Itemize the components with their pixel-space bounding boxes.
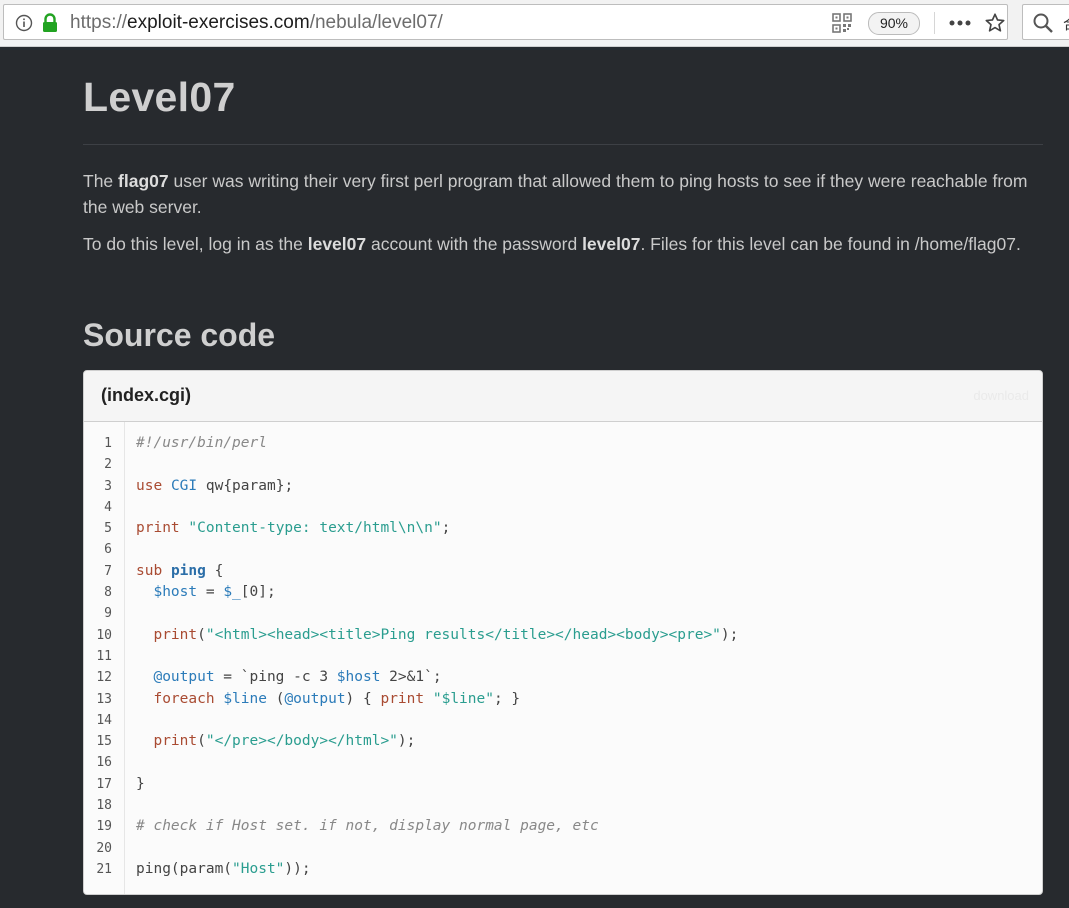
code-line: @output = `ping -c 3 $host 2>&1`;	[153, 669, 442, 686]
browser-toolbar: https://exploit-exercises.com/nebula/lev…	[0, 0, 1069, 47]
url-text[interactable]: https://exploit-exercises.com/nebula/lev…	[70, 12, 443, 34]
code-line: print("<html><head><title>Ping results</…	[153, 626, 739, 643]
code-line: }	[136, 775, 145, 792]
search-bar[interactable]: 合	[1022, 4, 1069, 40]
title-divider	[83, 144, 1043, 145]
line-number: 12	[96, 670, 112, 686]
intro-user-name: flag07	[118, 171, 169, 191]
code-line: # check if Host set. if not, display nor…	[136, 818, 599, 835]
zoom-level-button[interactable]: 90%	[868, 12, 920, 35]
qr-code-icon[interactable]	[832, 13, 852, 33]
line-number: 15	[96, 734, 112, 750]
instructions-text-rest: . Files for this level can be found in /…	[640, 234, 1021, 254]
line-number: 5	[104, 521, 112, 537]
code-line: foreach $line (@output) { print "$line";…	[153, 690, 521, 707]
line-number: 13	[96, 691, 112, 707]
code-line	[136, 838, 1042, 859]
source-code-heading: Source code	[83, 317, 276, 353]
account-password: level07	[582, 234, 641, 254]
line-number: 6	[104, 542, 112, 558]
intro-paragraph: The flag07 user was writing their very f…	[83, 168, 1033, 220]
code-line: print("</pre></body></html>");	[153, 733, 416, 750]
code-line	[136, 454, 1042, 475]
instructions-text: To do this level, log in as the	[83, 234, 308, 254]
search-icon[interactable]	[1032, 12, 1054, 34]
line-number: 10	[96, 627, 112, 643]
line-number: 17	[96, 776, 112, 792]
code-line: ping(param("Host"));	[136, 860, 311, 877]
info-icon[interactable]	[15, 14, 33, 32]
code-line	[136, 795, 1042, 816]
page-actions-menu-icon[interactable]	[947, 14, 973, 32]
line-number: 19	[96, 819, 112, 835]
line-number: 4	[104, 499, 112, 515]
lock-icon[interactable]	[41, 13, 59, 33]
line-number: 9	[104, 606, 112, 622]
url-path: /nebula/level07/	[309, 12, 443, 33]
address-bar[interactable]: https://exploit-exercises.com/nebula/lev…	[3, 4, 1008, 40]
instructions-paragraph: To do this level, log in as the level07 …	[83, 231, 1033, 257]
code-line	[136, 497, 1042, 518]
page-title: Level07	[83, 74, 236, 120]
code-line: use CGI qw{param};	[136, 477, 294, 494]
line-number: 1	[104, 436, 112, 451]
code-line: print "Content-type: text/html\n\n";	[136, 520, 451, 537]
intro-text: The	[83, 171, 119, 191]
bookmark-star-icon[interactable]	[984, 12, 1006, 34]
url-scheme: https://	[70, 12, 128, 33]
account-name: level07	[307, 234, 367, 254]
code-filename: (index.cgi)	[101, 385, 192, 405]
code-line	[136, 752, 1042, 773]
code-header: (index.cgi) download	[84, 371, 1042, 422]
line-number: 16	[96, 755, 112, 771]
download-link[interactable]: download	[973, 388, 1029, 403]
line-number-gutter: 1 2 3 4 5 6 7 8 9 10 11 12 13 14 15 16 1…	[84, 422, 125, 894]
code-listing: #!/usr/bin/perl use CGI qw{param}; print…	[136, 422, 1042, 894]
code-line: #!/usr/bin/perl	[136, 435, 267, 451]
search-engine-glyph: 合	[1063, 13, 1069, 34]
line-number: 11	[96, 648, 112, 664]
instructions-text-mid: account with the password	[366, 234, 583, 254]
code-line: $host = $_[0];	[153, 584, 276, 601]
toolbar-divider	[934, 12, 935, 34]
line-number: 20	[96, 840, 112, 856]
line-number: 3	[104, 478, 112, 494]
line-number: 18	[96, 798, 112, 814]
line-number: 7	[104, 563, 112, 579]
line-number: 2	[104, 457, 112, 473]
intro-text-rest: user was writing their very first perl p…	[83, 171, 1028, 217]
code-line	[136, 646, 1042, 667]
line-number: 14	[96, 712, 112, 728]
code-line	[136, 539, 1042, 560]
code-line: sub ping {	[136, 562, 224, 579]
code-line	[136, 710, 1042, 731]
url-domain: exploit-exercises.com	[127, 12, 310, 33]
line-number: 8	[104, 585, 112, 601]
line-number: 21	[96, 861, 112, 877]
code-block: (index.cgi) download 1 2 3 4 5 6 7 8 9 1…	[83, 370, 1043, 895]
code-line	[136, 603, 1042, 624]
